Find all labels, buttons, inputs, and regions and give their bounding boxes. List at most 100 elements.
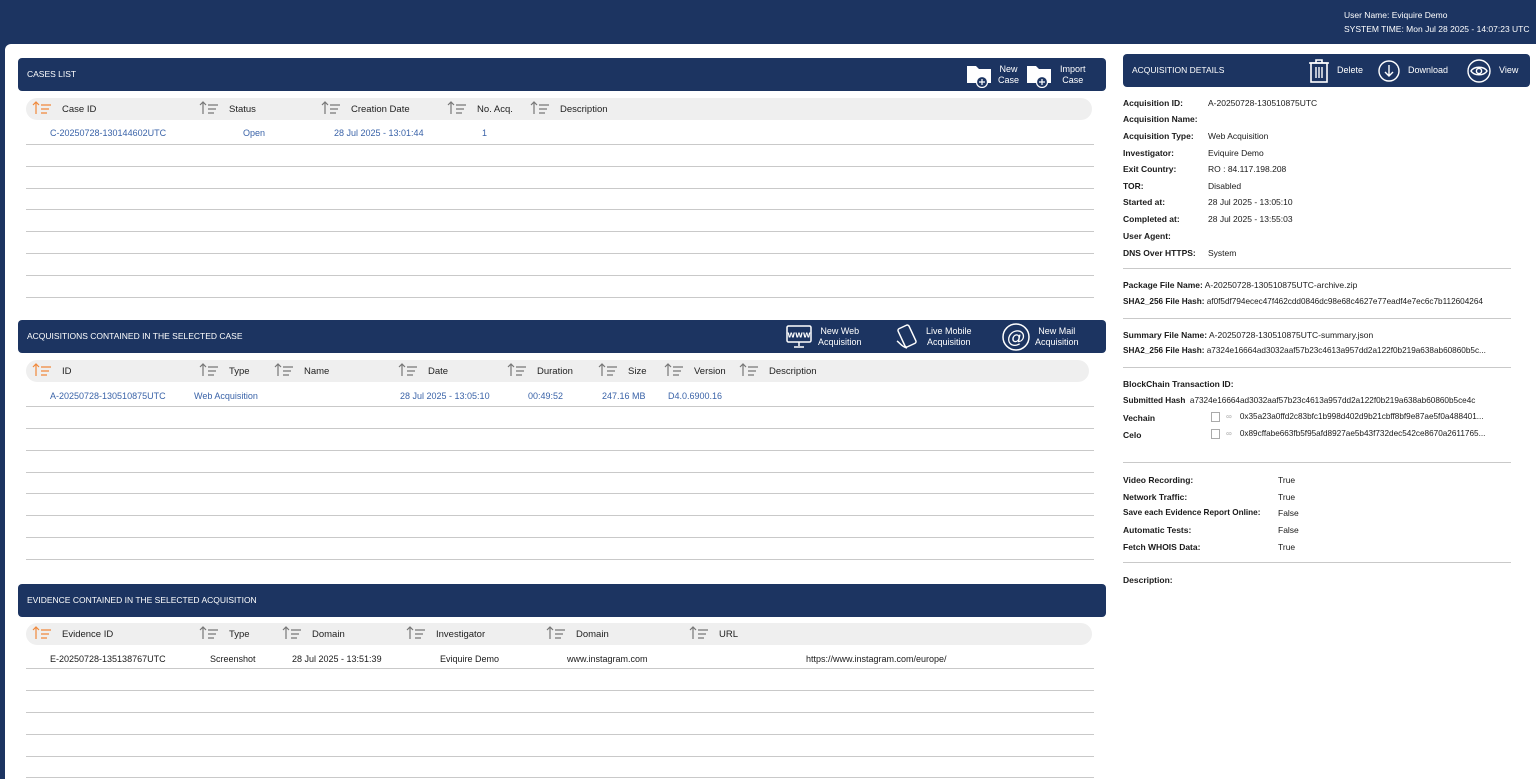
download-button[interactable]: Download [1378, 54, 1448, 87]
col-no-acq-label: No. Acq. [477, 103, 513, 115]
evidence-domain-cell: www.instagram.com [567, 654, 648, 664]
sort-icon [689, 625, 709, 643]
link-icon[interactable]: ∞ [1226, 412, 1232, 421]
acquisitions-header: ACQUISITIONS CONTAINED IN THE SELECTED C… [18, 320, 1106, 353]
package-file-hash: SHA2_256 File Hash: af0f5df794ecec47f462… [1123, 297, 1483, 306]
row-divider [26, 450, 1094, 451]
import-case-label-1: Import [1060, 63, 1086, 74]
detail-acq-type: Acquisition Type: [1123, 131, 1194, 141]
description-field: Description: [1123, 575, 1173, 585]
detail-acq-type-value: Web Acquisition [1208, 131, 1269, 141]
col-evidence-type[interactable]: Type [199, 623, 250, 645]
acq-type-cell: Web Acquisition [194, 391, 258, 401]
evidence-type-cell: Screenshot [210, 654, 256, 664]
new-web-acquisition-button[interactable]: WWW New Web Acquisition [785, 320, 862, 353]
copy-icon[interactable] [1211, 412, 1220, 422]
vechain-tx-value: 0x35a23a0ffd2c83bfc1b998d402d9b21cbff8bf… [1239, 412, 1484, 422]
col-evidence-id[interactable]: Evidence ID [32, 623, 113, 645]
new-folder-icon [967, 65, 991, 88]
divider [1123, 562, 1511, 563]
evidence-date-cell: 28 Jul 2025 - 13:51:39 [292, 654, 382, 664]
row-divider [26, 188, 1094, 189]
col-evidence-url-label: URL [719, 628, 739, 640]
svg-text:WWW: WWW [787, 331, 810, 339]
col-acq-version[interactable]: Version [664, 360, 726, 382]
import-case-button[interactable]: Import Case [1026, 58, 1086, 91]
svg-text:@: @ [1007, 327, 1025, 348]
delete-label: Delete [1337, 65, 1364, 75]
col-evidence-domain[interactable]: Domain [282, 623, 345, 645]
col-evidence-url[interactable]: URL [689, 623, 738, 645]
detail-label: Completed at: [1123, 214, 1180, 224]
row-divider [26, 690, 1094, 691]
import-case-label-2: Case [1062, 74, 1084, 85]
cases-list-title: CASES LIST [27, 69, 77, 79]
col-acq-type-label: Type [229, 365, 250, 377]
col-acq-duration[interactable]: Duration [507, 360, 573, 382]
row-divider [26, 166, 1094, 167]
row-divider [26, 712, 1094, 713]
download-icon [1378, 59, 1400, 82]
detail-tor-value: Disabled [1208, 181, 1242, 191]
acq-date-cell: 28 Jul 2025 - 13:05:10 [400, 391, 490, 401]
flag-save-report-value: False [1278, 508, 1299, 518]
new-mail-acquisition-button[interactable]: @ New Mail Acquisition [1001, 320, 1079, 353]
col-case-id[interactable]: Case ID [32, 98, 96, 120]
row-divider [26, 275, 1094, 276]
view-button[interactable]: View [1467, 54, 1518, 87]
col-no-acq[interactable]: No. Acq. [447, 98, 513, 120]
detail-started: Started at: [1123, 197, 1165, 207]
col-evidence-investigator[interactable]: Investigator [406, 623, 485, 645]
trash-icon [1309, 58, 1329, 83]
new-case-button[interactable]: New Case [966, 58, 1019, 91]
case-count-cell: 1 [482, 128, 488, 138]
row-divider [26, 428, 1094, 429]
col-status[interactable]: Status [199, 98, 256, 120]
cases-list-header: CASES LIST New Case Import Case [18, 58, 1106, 91]
col-acq-id[interactable]: ID [32, 360, 72, 382]
acq-id-cell: A-20250728-130510875UTC [50, 391, 166, 401]
col-evidence-domain-2-label: Domain [576, 628, 609, 640]
summary-file-hash-value: a7324e16664ad3032aaf57b23c4613a957dd2a12… [1206, 346, 1486, 355]
acquisition-details-title: ACQUISITION DETAILS [1132, 65, 1225, 75]
col-acq-date[interactable]: Date [398, 360, 448, 382]
col-acq-name[interactable]: Name [274, 360, 329, 382]
sort-icon [507, 362, 527, 380]
copy-icon[interactable] [1211, 429, 1220, 439]
detail-investigator: Investigator: [1123, 148, 1174, 158]
col-acq-description[interactable]: Description [739, 360, 817, 382]
flag-whois-value: True [1278, 542, 1296, 552]
row-divider [26, 493, 1094, 494]
row-divider [26, 144, 1094, 145]
new-mail-label-2: Acquisition [1035, 336, 1079, 347]
detail-label: Package File Name: [1123, 280, 1203, 290]
sort-icon [199, 625, 219, 643]
sort-icon [530, 100, 550, 118]
divider [1123, 462, 1511, 463]
sort-icon [406, 625, 426, 643]
row-divider [26, 297, 1094, 298]
col-acq-description-label: Description [769, 365, 817, 377]
delete-button[interactable]: Delete [1307, 54, 1363, 87]
col-acq-size-label: Size [628, 365, 647, 377]
divider [1123, 318, 1511, 319]
live-mobile-acquisition-button[interactable]: Live Mobile Acquisition [893, 320, 972, 353]
acquisition-details-header: ACQUISITION DETAILS Delete Download View [1123, 54, 1530, 87]
col-acq-type[interactable]: Type [199, 360, 250, 382]
detail-tor: TOR: [1123, 181, 1144, 191]
detail-dns-value: System [1208, 248, 1237, 258]
sort-icon [398, 362, 418, 380]
live-mobile-label-2: Acquisition [927, 336, 971, 347]
col-creation-date[interactable]: Creation Date [321, 98, 410, 120]
col-description[interactable]: Description [530, 98, 608, 120]
flag-video-value: True [1278, 475, 1296, 485]
col-acq-size[interactable]: Size [598, 360, 646, 382]
mobile-hand-icon [896, 323, 917, 349]
sort-icon [546, 625, 566, 643]
sort-icon [199, 362, 219, 380]
link-icon[interactable]: ∞ [1226, 429, 1232, 438]
row-divider [26, 209, 1094, 210]
eye-icon [1467, 58, 1491, 83]
blockchain-id: BlockChain Transaction ID: [1123, 379, 1234, 389]
col-evidence-domain-2[interactable]: Domain [546, 623, 609, 645]
